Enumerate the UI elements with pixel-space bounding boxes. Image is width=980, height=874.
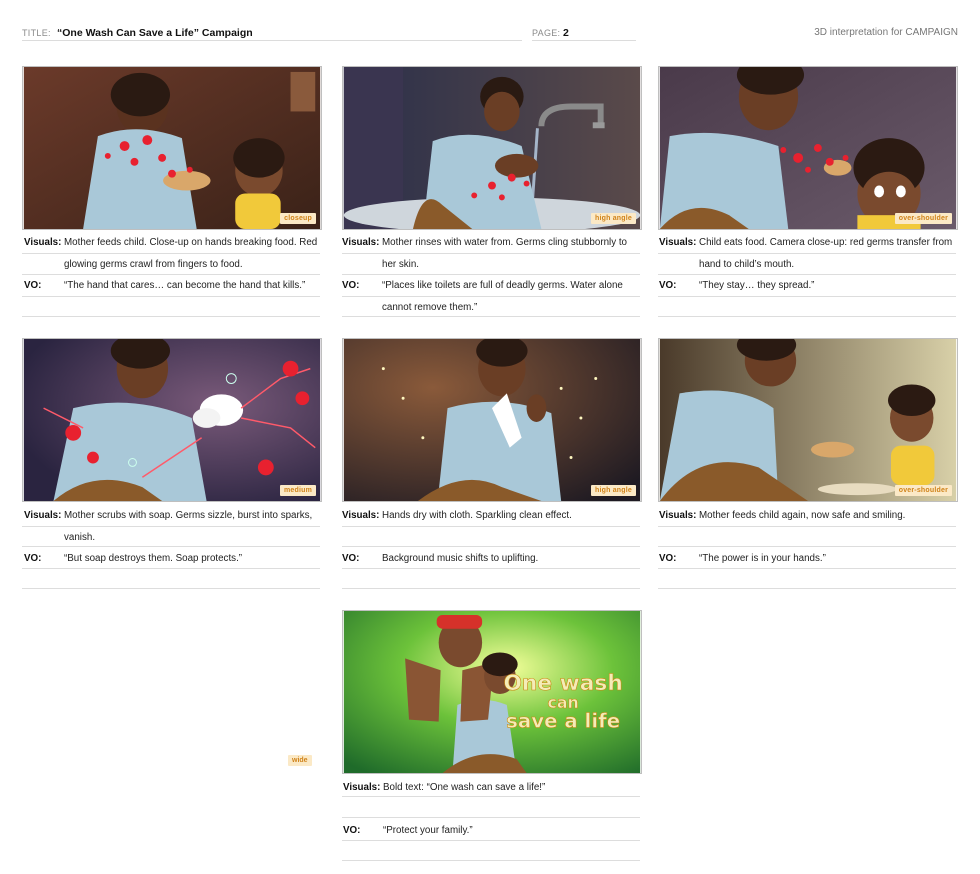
vo-text: “The power is in your hands.” <box>699 553 826 564</box>
vo-text: “Protect your family.” <box>383 825 473 836</box>
rule <box>342 860 640 861</box>
shot-badge-wide: wide <box>288 755 312 766</box>
page-underline <box>532 40 636 41</box>
vo-text: “The hand that cares… can become the han… <box>64 280 306 291</box>
frame-1-visuals: Visuals: Mother feeds child. Close-up on… <box>24 232 324 276</box>
frame-2-illustration <box>343 67 641 229</box>
frame-4-visuals: Visuals: Mother scrubs with soap. Germs … <box>24 505 324 549</box>
vo-label: VO: <box>342 553 360 564</box>
frame-1-illustration <box>23 67 321 229</box>
page-label: PAGE: <box>532 28 561 38</box>
shot-badge: medium <box>279 485 316 496</box>
storyboard-frame-2[interactable]: high angle <box>342 66 642 230</box>
vo-label: VO: <box>342 280 360 291</box>
storyboard-frame-3[interactable]: over-shoulder <box>658 66 958 230</box>
rule <box>22 253 320 254</box>
poster-line-3: save a life <box>506 710 620 733</box>
title-value: “One Wash Can Save a Life” Campaign <box>57 27 253 39</box>
rule <box>342 568 640 569</box>
visuals-label: Visuals: <box>342 510 380 521</box>
rule <box>342 296 640 297</box>
page-number: 2 <box>563 27 569 39</box>
visuals-text: Mother scrubs with soap. Germs sizzle, b… <box>64 510 313 543</box>
shot-badge: over-shoulder <box>894 213 952 224</box>
shot-badge: over-shoulder <box>894 485 952 496</box>
vo-text: “They stay… they spread.” <box>699 280 815 291</box>
vo-text: “Places like toilets are full of deadly … <box>382 280 623 313</box>
frame-7-illustration: One wash can save a life <box>343 611 641 773</box>
vo-label: VO: <box>343 825 361 836</box>
title-underline <box>22 40 522 41</box>
vo-text: Background music shifts to uplifting. <box>382 553 539 564</box>
vo-text: “But soap destroys them. Soap protects.” <box>64 553 243 564</box>
shot-badge: closeup <box>280 213 316 224</box>
rule <box>658 296 956 297</box>
rule <box>342 796 640 797</box>
rule <box>658 588 956 589</box>
rule <box>22 588 320 589</box>
visuals-text: Hands dry with cloth. Sparkling clean ef… <box>382 510 572 521</box>
header-subtitle: 3D interpretation for CAMPAIGN <box>814 27 958 38</box>
visuals-text: Mother rinses with water from. Germs cli… <box>382 237 628 270</box>
shot-badge: high angle <box>591 213 636 224</box>
rule <box>342 526 640 527</box>
vo-label: VO: <box>659 280 677 291</box>
title-label: TITLE: <box>22 28 51 38</box>
storyboard-frame-6[interactable]: over-shoulder <box>658 338 958 502</box>
rule <box>342 546 640 547</box>
rule <box>658 253 956 254</box>
frame-3-illustration <box>659 67 957 229</box>
rule <box>22 526 320 527</box>
rule <box>342 817 640 818</box>
rule <box>658 546 956 547</box>
rule <box>342 588 640 589</box>
rule <box>342 316 640 317</box>
visuals-text: Child eats food. Camera close-up: red ge… <box>699 237 953 270</box>
storyboard-frame-1[interactable]: closeup <box>22 66 322 230</box>
rule <box>342 253 640 254</box>
vo-label: VO: <box>659 553 677 564</box>
rule <box>658 526 956 527</box>
frame-5-illustration <box>343 339 641 501</box>
rule <box>22 296 320 297</box>
rule <box>22 546 320 547</box>
rule <box>658 568 956 569</box>
visuals-text: Mother feeds child. Close-up on hands br… <box>64 237 318 270</box>
rule <box>658 316 956 317</box>
frame-6-illustration <box>659 339 957 501</box>
storyboard-frame-7[interactable]: One wash can save a life <box>342 610 642 774</box>
visuals-text: Mother feeds child again, now safe and s… <box>699 510 906 521</box>
frame-4-illustration <box>23 339 321 501</box>
rule <box>22 568 320 569</box>
visuals-label: Visuals: <box>24 237 62 248</box>
shot-badge: high angle <box>591 485 636 496</box>
storyboard-frame-4[interactable]: medium <box>22 338 322 502</box>
visuals-label: Visuals: <box>342 237 380 248</box>
visuals-label: Visuals: <box>659 237 697 248</box>
vo-label: VO: <box>24 553 42 564</box>
visuals-label: Visuals: <box>24 510 62 521</box>
rule <box>342 840 640 841</box>
visuals-label: Visuals: <box>659 510 697 521</box>
storyboard-frame-5[interactable]: high angle <box>342 338 642 502</box>
vo-label: VO: <box>24 280 42 291</box>
rule <box>22 316 320 317</box>
